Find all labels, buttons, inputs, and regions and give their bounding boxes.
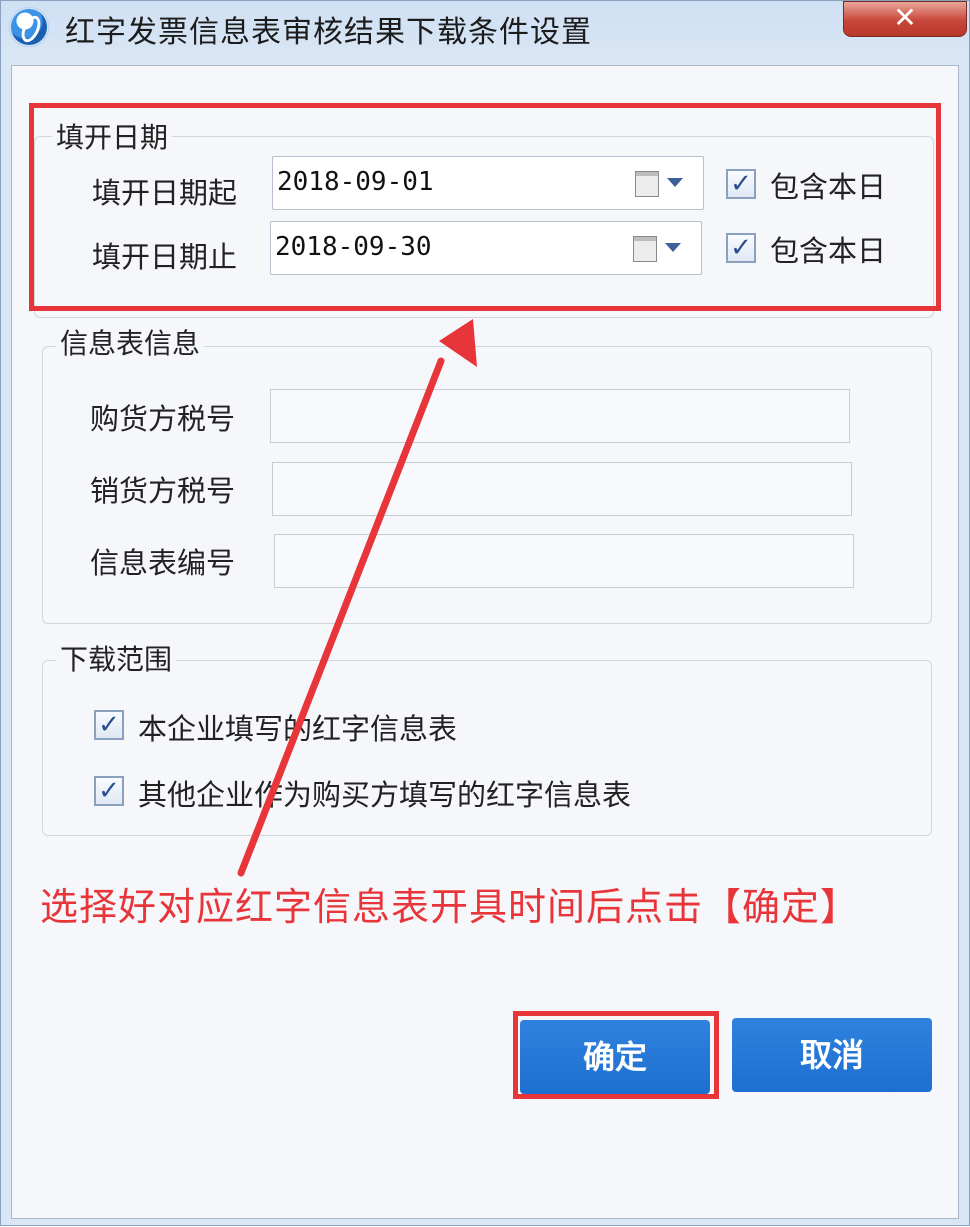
seller-tax-input[interactable] (272, 462, 852, 516)
window-title: 红字发票信息表审核结果下载条件设置 (65, 15, 592, 50)
close-button[interactable]: ✕ (843, 1, 967, 37)
own-enterprise-label: 本企业填写的红字信息表 (138, 712, 458, 746)
dialog-window: 红字发票信息表审核结果下载条件设置 ✕ 填开日期 填开日期起 2018-09-0… (0, 0, 970, 1226)
form-no-input[interactable] (274, 534, 854, 588)
date-highlight-box (29, 103, 941, 311)
buyer-tax-input[interactable] (270, 389, 850, 443)
confirm-highlight-box (513, 1011, 719, 1099)
app-logo-icon (9, 7, 49, 47)
title-bar[interactable]: 红字发票信息表审核结果下载条件设置 ✕ (1, 1, 969, 57)
instruction-annotation: 选择好对应红字信息表开具时间后点击【确定】 (40, 885, 860, 929)
other-enterprise-checkbox[interactable]: ✓ (94, 776, 124, 806)
form-no-label: 信息表编号 (90, 546, 236, 580)
download-range-legend: 下载范围 (56, 638, 177, 678)
seller-tax-label: 销货方税号 (90, 474, 236, 508)
own-enterprise-checkbox[interactable]: ✓ (94, 710, 124, 740)
info-group-legend: 信息表信息 (56, 322, 205, 362)
cancel-button[interactable]: 取消 (732, 1018, 932, 1092)
other-enterprise-label: 其他企业作为购买方填写的红字信息表 (138, 778, 632, 812)
buyer-tax-label: 购货方税号 (90, 402, 236, 436)
